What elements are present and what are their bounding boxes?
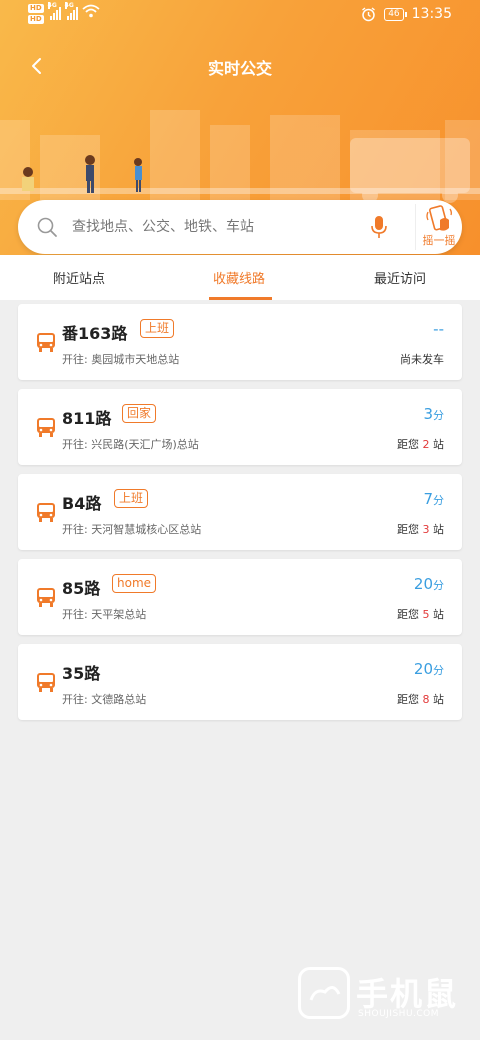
destination-prefix: 开往: (62, 438, 88, 451)
signal-icon: 4G (47, 2, 61, 20)
route-eta: 20分 (414, 575, 444, 593)
destination-prefix: 开往: (62, 523, 88, 536)
network-label: 4G (64, 2, 74, 9)
eta-unit: 分 (433, 664, 444, 677)
search-bar: 摇一摇 (18, 200, 462, 254)
header-banner: HD HD 4G 4G 46 13:35 实时公交 查找地点、公交、地铁、车站 … (0, 0, 480, 255)
eta-value: -- (433, 320, 444, 338)
distance-suffix: 站 (429, 438, 444, 451)
route-distance: 距您 8 站 (397, 691, 444, 707)
stops-count: 3 (422, 523, 430, 536)
route-distance: 距您 2 站 (397, 436, 444, 452)
route-card[interactable]: 85路 home 开往: 天平架总站 20分 距您 5 站 (18, 559, 462, 635)
hd-badge: HD (28, 4, 44, 13)
page-title: 实时公交 (207, 59, 272, 78)
eta-value: 3 (423, 405, 433, 423)
distance-suffix: 站 (429, 608, 444, 621)
stops-count: 5 (422, 608, 430, 621)
route-destination: 开往: 天平架总站 (62, 606, 146, 622)
stops-count: 8 (422, 693, 430, 706)
favorite-routes-list: 番163路 上班 开往: 奥园城市天地总站 -- 尚未发车 811路 回家 开往… (18, 304, 462, 729)
alarm-icon (362, 6, 376, 21)
route-name: 番163路 (62, 324, 128, 343)
route-card[interactable]: 番163路 上班 开往: 奥园城市天地总站 -- 尚未发车 (18, 304, 462, 380)
route-name: 811路 (62, 409, 112, 428)
route-eta: 20分 (414, 660, 444, 678)
distance-prefix: 距您 (397, 438, 423, 451)
destination-prefix: 开往: (62, 693, 88, 706)
route-card[interactable]: 35路 开往: 文德路总站 20分 距您 8 站 (18, 644, 462, 720)
eta-value: 7 (423, 490, 433, 508)
signal-icon: 4G (64, 2, 78, 20)
destination-prefix: 开往: (62, 608, 88, 621)
destination-name: 奥园城市天地总站 (91, 353, 180, 366)
watermark-icon (298, 967, 350, 1019)
route-eta: 3分 (423, 405, 444, 423)
destination-name: 文德路总站 (91, 693, 147, 706)
eta-unit: 分 (433, 579, 444, 592)
route-distance: 距您 5 站 (397, 606, 444, 622)
eta-value: 20 (413, 575, 433, 593)
microphone-icon[interactable] (370, 214, 388, 240)
watermark-subtext: SHOUJISHU.COM (358, 1009, 440, 1019)
shake-phone-icon (426, 205, 452, 231)
search-input[interactable] (72, 216, 362, 238)
tab-recent[interactable]: 最近访问 (374, 268, 426, 287)
route-card[interactable]: B4路 上班 开往: 天河智慧城核心区总站 7分 距您 3 站 (18, 474, 462, 550)
route-destination: 开往: 兴民路(天汇广场)总站 (62, 436, 199, 452)
bus-icon (37, 588, 55, 607)
status-bar: HD HD 4G 4G 46 13:35 (0, 0, 480, 34)
shake-button[interactable]: 摇一摇 (418, 204, 460, 250)
route-tag: 上班 (140, 319, 175, 338)
bus-icon (37, 333, 55, 352)
network-label: 4G (47, 2, 57, 9)
watermark-logo: 手机鼠 SHOUJISHU.COM (298, 967, 458, 1027)
active-tab-indicator (209, 297, 272, 300)
route-destination: 开往: 文德路总站 (62, 691, 146, 707)
route-tag: 回家 (122, 404, 157, 423)
eta-unit: 分 (433, 409, 444, 422)
distance-prefix: 距您 (397, 693, 423, 706)
destination-name: 天平架总站 (91, 608, 147, 621)
destination-prefix: 开往: (62, 353, 88, 366)
search-divider (415, 204, 416, 250)
route-status: 尚未发车 (400, 353, 444, 366)
route-card[interactable]: 811路 回家 开往: 兴民路(天汇广场)总站 3分 距您 2 站 (18, 389, 462, 465)
destination-name: 兴民路(天汇广场)总站 (91, 438, 199, 451)
stops-count: 2 (422, 438, 430, 451)
eta-unit: 分 (433, 494, 444, 507)
distance-suffix: 站 (429, 693, 444, 706)
distance-prefix: 距您 (397, 523, 423, 536)
distance-prefix: 距您 (397, 608, 423, 621)
route-name: B4路 (62, 494, 102, 513)
hd-badges: HD HD (28, 4, 44, 24)
bus-icon (37, 418, 55, 437)
tab-nearby-stops[interactable]: 附近站点 (53, 268, 105, 287)
route-eta: 7分 (423, 490, 444, 508)
route-distance: 距您 3 站 (397, 521, 444, 537)
shake-label: 摇一摇 (422, 234, 456, 247)
route-tag: home (112, 574, 157, 593)
bus-icon (37, 503, 55, 522)
hd-badge: HD (28, 15, 44, 24)
route-name: 35路 (62, 664, 101, 683)
bus-icon (37, 673, 55, 692)
tab-bar: 附近站点 收藏线路 最近访问 (0, 255, 480, 300)
distance-suffix: 站 (429, 523, 444, 536)
search-icon (37, 217, 57, 237)
wifi-icon (82, 4, 100, 18)
route-name: 85路 (62, 579, 101, 598)
destination-name: 天河智慧城核心区总站 (91, 523, 202, 536)
route-eta: -- (433, 320, 444, 338)
tab-favorite-routes[interactable]: 收藏线路 (213, 268, 265, 287)
clock: 13:35 (411, 6, 452, 22)
route-tag: 上班 (114, 489, 149, 508)
eta-value: 20 (413, 660, 433, 678)
route-destination: 开往: 天河智慧城核心区总站 (62, 521, 201, 537)
nav-bar: 实时公交 (0, 48, 480, 84)
route-destination: 开往: 奥园城市天地总站 (62, 351, 179, 367)
battery-indicator: 46 (384, 7, 408, 21)
